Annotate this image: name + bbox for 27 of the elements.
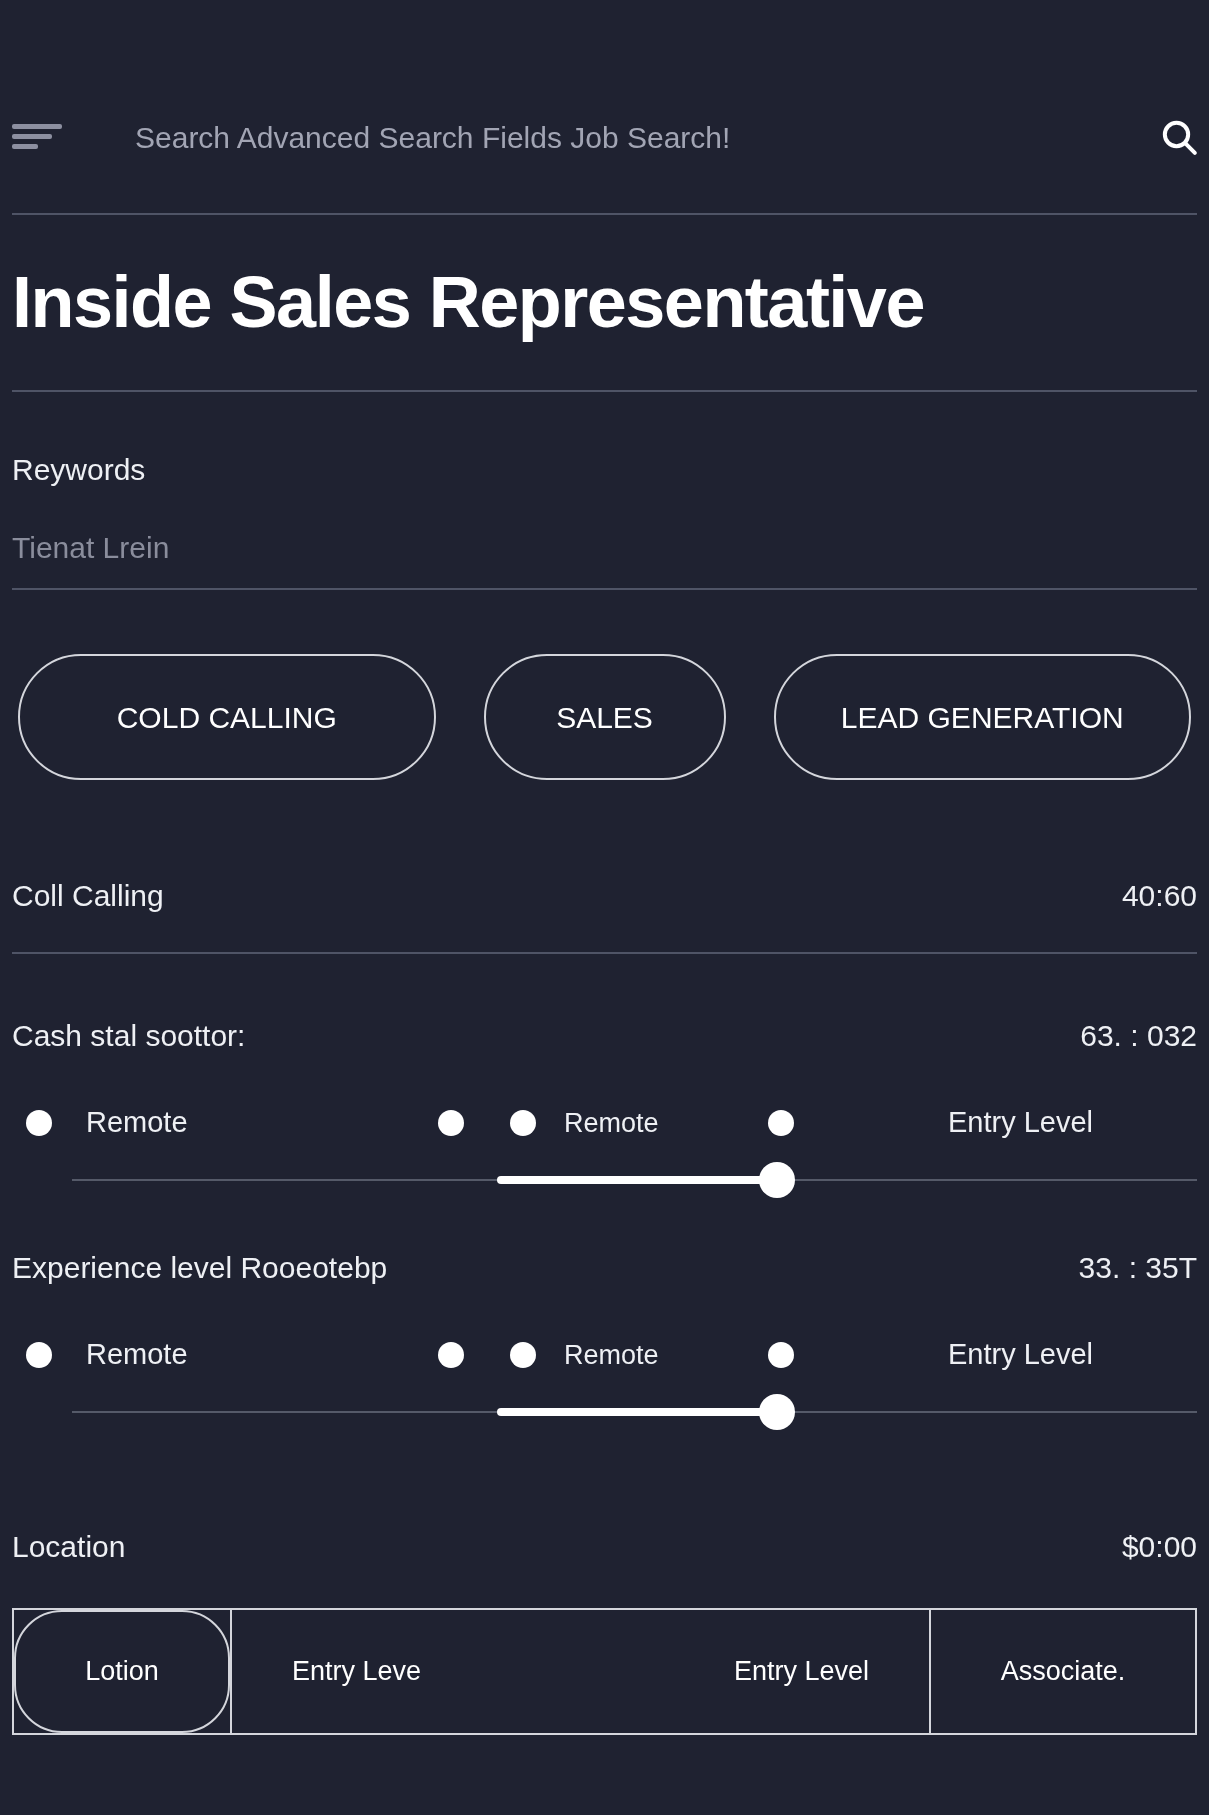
menu-icon[interactable] xyxy=(12,124,62,150)
segment-option[interactable]: Associate. xyxy=(931,1610,1195,1733)
option-label[interactable]: Entry Level xyxy=(947,1333,1094,1377)
filter-value: 63. : 032 xyxy=(1080,1018,1197,1054)
keyword-chip[interactable]: COLD CALLING xyxy=(18,654,436,780)
filter-label: Experience level Rooeotebp xyxy=(12,1250,388,1286)
segment-option[interactable]: Lotion xyxy=(14,1610,230,1733)
row-value: 40:60 xyxy=(1121,878,1197,914)
segment-option[interactable]: Entry Leve Entry Level xyxy=(232,1610,929,1733)
option-label[interactable]: Remote xyxy=(564,1102,768,1144)
keyword-chip[interactable]: LEAD GENERATION xyxy=(773,654,1191,780)
page-title: Inside Sales Representative xyxy=(12,261,925,344)
option-label[interactable]: Remote xyxy=(86,1333,438,1377)
row-label: Coll Calling xyxy=(12,878,164,914)
option-label[interactable]: Remote xyxy=(86,1101,438,1145)
option-label[interactable]: Entry Level xyxy=(947,1101,1094,1145)
filter-label: Cash stal soottor: xyxy=(12,1018,246,1054)
field-label: Reywords xyxy=(12,452,147,488)
slider-thumb[interactable] xyxy=(759,1394,795,1430)
row-label: Location xyxy=(12,1529,126,1565)
search-field[interactable]: Search Advanced Search Fields Job Search! xyxy=(135,114,1159,160)
row-value: $0:00 xyxy=(1121,1529,1197,1565)
slider-thumb[interactable] xyxy=(759,1162,795,1198)
filter-value: 33. : 35T xyxy=(1078,1250,1197,1286)
keywords-field[interactable]: Tienat Lrein xyxy=(12,530,1197,590)
keyword-chip[interactable]: SALES xyxy=(483,654,726,780)
option-label[interactable]: Remote xyxy=(564,1334,768,1376)
